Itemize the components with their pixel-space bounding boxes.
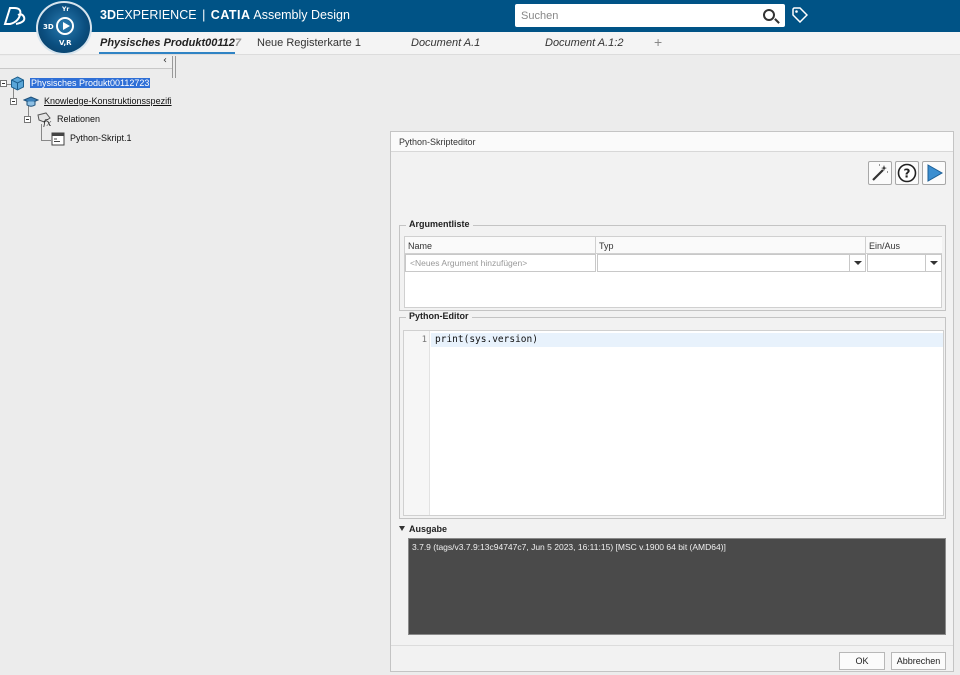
python-script-editor-dialog: Python-Skripteditor ? Argumentliste Name… (390, 131, 954, 672)
argument-type-select[interactable] (597, 254, 866, 272)
column-header-name[interactable]: Name (405, 237, 596, 254)
compass-3d-label: 3D (43, 23, 54, 31)
output-console[interactable]: 3.7.9 (tags/v3.7.9:13c94747c7, Jun 5 202… (408, 538, 946, 635)
cancel-button[interactable]: Abbrechen (891, 652, 946, 670)
play-icon (927, 164, 944, 182)
chevron-down-icon[interactable] (849, 254, 865, 272)
help-icon: ? (897, 163, 917, 183)
search-icon[interactable] (763, 9, 775, 21)
app-name: Assembly Design (253, 8, 350, 22)
title-separator: | (202, 8, 206, 22)
tab-neue-registerkarte[interactable]: Neue Registerkarte 1 (257, 37, 361, 49)
tree-node-python-script[interactable]: Python-Skript.1 (0, 131, 172, 147)
argument-inout-select[interactable] (867, 254, 942, 272)
chevron-left-icon[interactable]: ‹ (163, 55, 167, 66)
tree-collapse-bar[interactable]: ‹ (0, 55, 172, 69)
relations-icon: fx (37, 112, 51, 127)
tab-bar: Physisches Produkt001127 Neue Registerka… (0, 32, 960, 55)
run-button[interactable] (922, 161, 946, 185)
output-text: 3.7.9 (tags/v3.7.9:13c94747c7, Jun 5 202… (412, 542, 726, 552)
magic-wand-icon (872, 164, 888, 181)
argument-table[interactable]: Name Typ Ein/Aus <Neues Argument hinzufü… (404, 236, 942, 308)
wizard-button[interactable] (868, 161, 892, 185)
compass-play-icon (56, 17, 74, 35)
help-button[interactable]: ? (895, 161, 919, 185)
tree-node-label: Relationen (57, 114, 101, 124)
tree-node-label: Python-Skript.1 (70, 133, 132, 143)
tab-label: Physisches Produkt00112 (100, 37, 235, 49)
output-title: Ausgabe (409, 524, 448, 534)
add-tab-button[interactable]: + (654, 34, 662, 50)
chevron-down-icon[interactable] (925, 254, 941, 272)
collapse-icon[interactable] (24, 116, 31, 123)
python-editor-title: Python-Editor (406, 311, 472, 321)
tree-node-label: Physisches Produkt00112723 (30, 78, 151, 88)
svg-text:?: ? (904, 167, 911, 181)
python-code-editor[interactable]: 1 print(sys.version) (403, 330, 944, 516)
product-icon (11, 76, 24, 91)
column-header-type[interactable]: Typ (596, 237, 866, 254)
search-box[interactable] (515, 4, 785, 27)
column-header-inout[interactable]: Ein/Aus (866, 237, 942, 254)
tree-splitter[interactable] (172, 56, 176, 78)
collapse-icon[interactable] (0, 80, 7, 87)
compass-vr-label: V,R (59, 39, 72, 47)
line-number: 1 (421, 335, 427, 345)
python-editor-group: Python-Editor 1 print(sys.version) (399, 311, 946, 519)
tab-physisches-produkt[interactable]: Physisches Produkt001127 (100, 37, 241, 49)
svg-text:fx: fx (42, 119, 51, 127)
tab-document-a1[interactable]: Document A.1 (411, 37, 480, 49)
brand-experience: EXPERIENCE (115, 8, 197, 22)
python-script-icon (51, 132, 65, 146)
compass-icon[interactable]: 3D V,R Yr (36, 1, 92, 55)
ok-button[interactable]: OK (839, 652, 885, 670)
tab-label-fade: 7 (234, 37, 242, 49)
product-name: CATIA (210, 8, 251, 22)
argument-list-title: Argumentliste (406, 219, 473, 229)
dialog-title-bar[interactable]: Python-Skripteditor (391, 132, 953, 152)
line-number-gutter: 1 (404, 331, 430, 515)
code-line[interactable]: print(sys.version) (435, 334, 538, 345)
tree-node-root[interactable]: Physisches Produkt00112723 (0, 76, 172, 92)
argument-list-group: Argumentliste Name Typ Ein/Aus <Neues Ar… (399, 219, 946, 311)
top-bar: 3DEXPERIENCE | CATIA Assembly Design (0, 0, 960, 32)
new-argument-name-field[interactable]: <Neues Argument hinzufügen> (405, 254, 596, 272)
tree-node-relations[interactable]: fx Relationen (0, 112, 172, 128)
knowledge-spec-icon (23, 96, 39, 107)
tab-document-a1-2[interactable]: Document A.1:2 (545, 37, 623, 49)
tag-icon[interactable] (792, 7, 808, 23)
dialog-title: Python-Skripteditor (399, 137, 476, 147)
output-section-toggle[interactable]: Ausgabe (399, 524, 447, 534)
collapse-icon[interactable] (10, 98, 17, 105)
app-title: 3DEXPERIENCE | CATIA Assembly Design (100, 8, 350, 22)
dassault-logo-icon[interactable] (2, 4, 28, 28)
tree-node-label: Knowledge-Konstruktionsspezifi (44, 96, 172, 106)
brand-3d: 3D (100, 8, 116, 22)
active-tab-indicator (99, 52, 235, 54)
search-input[interactable] (521, 5, 751, 26)
dialog-footer: OK Abbrechen (391, 645, 953, 672)
tree-node-knowledge[interactable]: Knowledge-Konstruktionsspezifi (0, 94, 172, 110)
